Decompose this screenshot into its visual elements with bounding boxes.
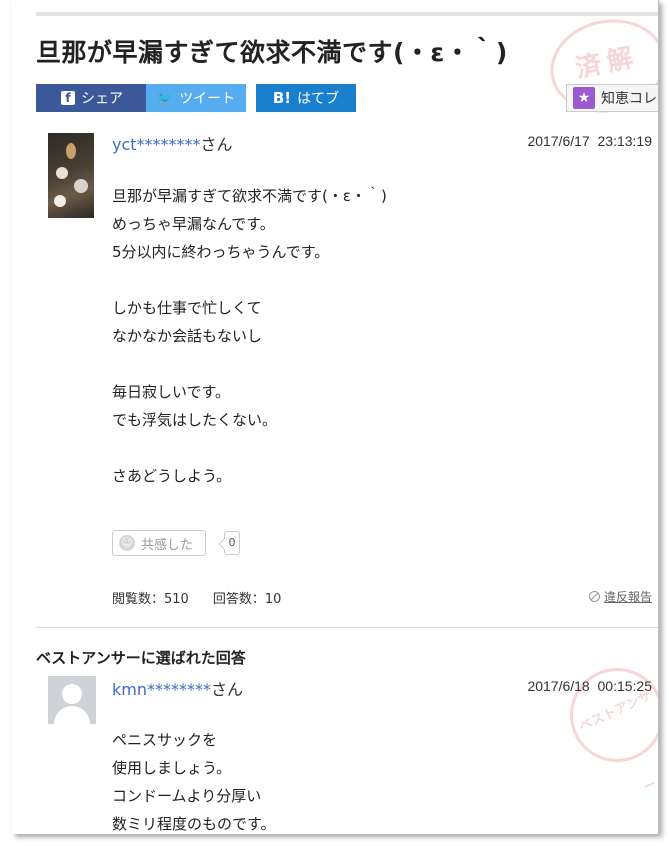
best-answer-stamp: ベストアンサー (554, 652, 658, 796)
body-line: めっちゃ早漏なんです。 (112, 215, 275, 233)
hatena-bookmark-label: はてブ (297, 91, 340, 107)
body-line: なかなか会話もないし (112, 327, 263, 345)
top-border (36, 12, 658, 16)
questioner-avatar[interactable] (48, 133, 94, 218)
questioner-id[interactable]: yct******** (112, 135, 201, 154)
body-line: さあどうしよう。 (112, 467, 232, 485)
question-stats: 閲覧数：510 回答数：10 (112, 588, 281, 607)
best-answer-heading: ベストアンサーに選ばれた回答 (36, 649, 246, 667)
answer-count: 回答数：10 (212, 592, 282, 607)
questioner-name[interactable]: yct********さん (112, 131, 233, 155)
report-link[interactable]: 違反報告 (588, 588, 652, 605)
page-frame: 旦那が早漏すぎて欲求不満です(・ε・｀) 済解 f シェア 🐦 ツイート B! … (12, 0, 659, 834)
body-line: ペニスサックを (112, 731, 218, 749)
empathy-label: 共感した (141, 537, 194, 553)
twitter-share-label: ツイート (179, 91, 236, 107)
facebook-share-label: シェア (81, 91, 123, 107)
facebook-share-button[interactable]: f シェア (36, 84, 148, 112)
body-line (112, 350, 387, 378)
report-label: 違反報告 (603, 590, 652, 604)
question-title: 旦那が早漏すぎて欲求不満です(・ε・｀) (36, 38, 508, 67)
chiebukuro-collection-label: 知恵コレ (601, 91, 657, 107)
answerer-id[interactable]: kmn******** (112, 680, 211, 699)
question-body: 旦那が早漏すぎて欲求不満です(・ε・｀) めっちゃ早漏なんです。 5分以内に終わっち… (112, 182, 387, 490)
empathy-count: 0 (224, 531, 240, 555)
view-count: 閲覧数：510 (112, 592, 189, 607)
chiebukuro-collection-button[interactable]: ★ 知恵コレ (566, 84, 658, 112)
body-line (112, 434, 387, 462)
smile-icon: ☺ (119, 535, 135, 551)
prohibited-icon (588, 591, 600, 602)
hatena-bookmark-icon: B! (272, 89, 292, 107)
twitter-bird-icon: 🐦 (156, 90, 174, 106)
body-line: でも浮気はしたくない。 (112, 411, 278, 429)
answer-date: 2017/6/18 00:15:25 (527, 678, 652, 694)
empathy-button[interactable]: ☺ 共感した (112, 530, 206, 556)
answer-body: ペニスサックを 使用しましょう。コンドームより分厚い 数ミリ程度のものです。 (112, 726, 276, 834)
hatena-bookmark-button[interactable]: B! はてブ (256, 84, 356, 112)
body-line: 旦那が早漏すぎて欲求不満です(・ε・｀) (112, 187, 387, 205)
body-line (112, 266, 387, 294)
body-line: 毎日寂しいです。 (112, 383, 231, 401)
twitter-share-button[interactable]: 🐦 ツイート (146, 84, 246, 112)
body-line: コンドームより分厚い (112, 787, 262, 805)
answerer-avatar[interactable] (48, 676, 96, 724)
body-line: 数ミリ程度のものです。 (112, 815, 276, 833)
answerer-name[interactable]: kmn********さん (112, 676, 243, 700)
answerer-honorific: さん (211, 680, 244, 699)
facebook-icon: f (61, 91, 75, 105)
body-line: 使用しましょう。 (112, 759, 232, 777)
question-date: 2017/6/17 23:13:19 (527, 133, 652, 149)
star-icon: ★ (573, 87, 595, 109)
body-line: しかも仕事で忙しくて (112, 299, 262, 317)
body-line: 5分以内に終わっちゃうんです。 (112, 243, 330, 261)
section-divider (36, 627, 658, 628)
questioner-honorific: さん (200, 135, 233, 154)
